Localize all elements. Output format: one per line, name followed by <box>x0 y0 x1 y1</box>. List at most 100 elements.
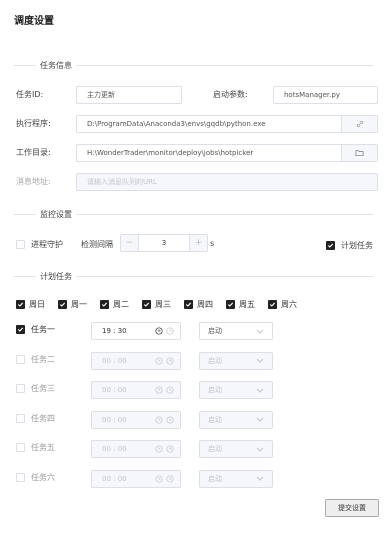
weekday-checkbox[interactable] <box>58 300 67 309</box>
msg-url-label: 消息地址: <box>16 177 51 186</box>
task-action-value: 启动 <box>208 445 222 453</box>
task-action-select[interactable]: 启动 <box>199 410 273 429</box>
task-time-value: 00 : 00 <box>102 386 127 394</box>
task-time-value: 19 : 30 <box>102 327 127 335</box>
task-action-value: 启动 <box>208 356 222 365</box>
task-row[interactable]: 任务一 <box>16 324 55 335</box>
decrement-button[interactable]: − <box>121 235 139 251</box>
task-checkbox[interactable] <box>16 384 25 393</box>
task-action-select[interactable]: 启动 <box>199 381 273 399</box>
chevron-down-icon <box>256 476 264 481</box>
section-title-schedule: 计划任务 <box>36 271 76 282</box>
weekday-option[interactable]: 周二 <box>100 299 129 310</box>
start-params-label: 启动参数: <box>213 90 248 99</box>
weekday-checkbox[interactable] <box>142 300 151 309</box>
workdir-label: 工作目录: <box>16 148 51 157</box>
weekday-option[interactable]: 周一 <box>58 299 87 310</box>
weekday-option[interactable]: 周五 <box>226 299 255 310</box>
weekday-label: 周五 <box>239 300 255 309</box>
task-time-value: 00 : 00 <box>102 445 127 453</box>
weekday-option[interactable]: 周六 <box>268 299 297 310</box>
increment-button[interactable]: + <box>189 235 207 251</box>
weekday-checkbox[interactable] <box>268 300 277 309</box>
chevron-down-icon <box>256 388 264 393</box>
chevron-down-icon <box>256 329 264 334</box>
interval-value[interactable]: 3 <box>139 239 189 247</box>
task-action-value: 启动 <box>208 386 222 394</box>
task-action-value: 启动 <box>208 474 222 483</box>
task-id-label: 任务ID: <box>16 90 44 99</box>
task-row[interactable]: 任务五 <box>16 442 55 453</box>
weekday-label: 周六 <box>281 300 297 309</box>
clock-icon <box>155 415 174 424</box>
task-label: 任务三 <box>31 384 55 393</box>
task-label: 任务五 <box>31 443 55 452</box>
task-label: 任务四 <box>31 413 55 423</box>
task-checkbox[interactable] <box>16 325 25 334</box>
task-label: 任务一 <box>31 325 55 334</box>
guard-label: 进程守护 <box>31 240 63 249</box>
weekday-option[interactable]: 周三 <box>142 299 171 310</box>
interval-unit: s <box>210 239 215 248</box>
clock-icon <box>155 386 174 394</box>
task-id-input[interactable]: 主力更新 <box>76 86 182 104</box>
task-checkbox[interactable] <box>16 472 25 482</box>
clock-icon <box>155 356 174 365</box>
plan-task-label: 计划任务 <box>341 241 373 250</box>
task-row[interactable]: 任务二 <box>16 354 55 365</box>
msg-url-input[interactable]: 请输入消息队列的URL <box>76 173 378 191</box>
interval-label: 检测间隔 <box>81 240 113 249</box>
task-label: 任务二 <box>31 354 55 364</box>
exe-path-input[interactable]: D:\ProgramData\Anaconda3\envs\gqdb\pytho… <box>76 115 378 133</box>
task-action-select[interactable]: 启动 <box>199 351 273 370</box>
weekday-label: 周三 <box>155 300 171 309</box>
task-checkbox[interactable] <box>16 443 25 452</box>
task-time-value: 00 : 00 <box>102 415 127 424</box>
task-time-picker[interactable]: 00 : 00 <box>91 469 181 488</box>
task-label: 任务六 <box>31 472 55 482</box>
guard-checkbox[interactable] <box>16 240 25 249</box>
plan-task-toggle[interactable]: 计划任务 <box>326 240 373 251</box>
page-title: 调度设置 <box>14 16 54 27</box>
weekday-label: 周日 <box>29 300 45 309</box>
task-time-picker[interactable]: 00 : 00 <box>91 440 181 458</box>
chevron-down-icon <box>256 358 264 363</box>
weekday-checkbox[interactable] <box>100 300 109 309</box>
clock-icon <box>155 327 174 335</box>
task-action-select[interactable]: 启动 <box>199 469 273 488</box>
task-time-picker[interactable]: 00 : 00 <box>91 381 181 399</box>
weekday-label: 周四 <box>197 300 213 309</box>
folder-icon[interactable] <box>341 145 377 161</box>
submit-button[interactable]: 提交设置 <box>325 499 379 517</box>
task-row[interactable]: 任务四 <box>16 413 55 424</box>
plan-task-checkbox[interactable] <box>326 241 335 250</box>
weekday-label: 周二 <box>113 300 129 309</box>
task-action-select[interactable]: 启动 <box>199 322 273 340</box>
clock-icon <box>155 474 174 483</box>
interval-stepper[interactable]: − 3 + <box>120 234 208 252</box>
weekday-checkbox[interactable] <box>184 300 193 309</box>
workdir-input[interactable]: H:\WonderTrader\monitor\deploy\jobs\hotp… <box>76 144 378 162</box>
task-time-picker[interactable]: 00 : 00 <box>91 351 181 370</box>
task-row[interactable]: 任务三 <box>16 383 55 394</box>
task-time-value: 00 : 00 <box>102 474 127 483</box>
exe-label: 执行程序: <box>16 119 51 128</box>
process-guard-toggle[interactable]: 进程守护 <box>16 239 63 250</box>
weekday-option[interactable]: 周四 <box>184 299 213 310</box>
weekday-option[interactable]: 周日 <box>16 299 45 310</box>
start-params-input[interactable]: hotsManager.py <box>273 86 378 104</box>
task-action-select[interactable]: 启动 <box>199 440 273 458</box>
task-time-picker[interactable]: 19 : 30 <box>91 322 181 340</box>
task-row[interactable]: 任务六 <box>16 472 55 483</box>
task-action-value: 启动 <box>208 415 222 424</box>
task-checkbox[interactable] <box>16 354 25 364</box>
weekday-checkbox[interactable] <box>226 300 235 309</box>
weekday-checkbox[interactable] <box>16 300 25 309</box>
task-time-value: 00 : 00 <box>102 356 127 365</box>
task-checkbox[interactable] <box>16 413 25 423</box>
weekday-selector: 周日 周一 周二 周三 周四 周五 周六 <box>16 299 297 310</box>
task-time-picker[interactable]: 00 : 00 <box>91 410 181 429</box>
section-title-task-info: 任务信息 <box>36 60 76 71</box>
section-title-monitor: 监控设置 <box>36 209 76 220</box>
link-icon[interactable] <box>341 116 377 132</box>
